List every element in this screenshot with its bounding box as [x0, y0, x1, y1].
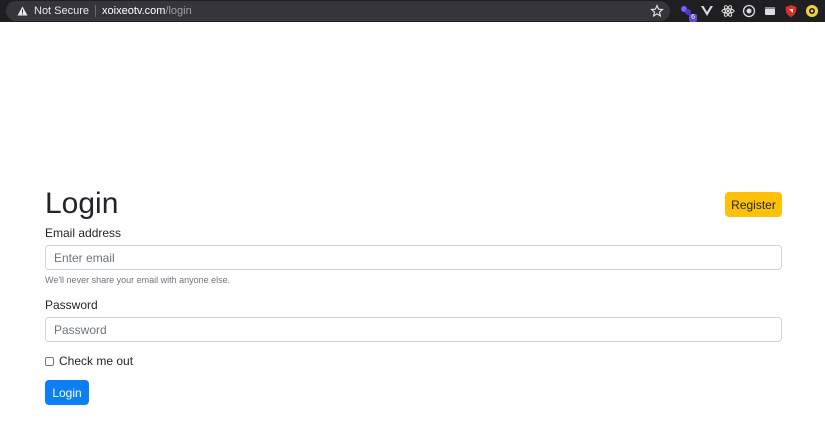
- address-bar[interactable]: Not Secure xoixeotv.com/login: [6, 1, 670, 21]
- remember-label[interactable]: Check me out: [59, 354, 133, 368]
- extension-icon-purple[interactable]: 6: [678, 3, 697, 22]
- address-divider: [95, 5, 97, 17]
- page-title: Login: [45, 187, 119, 220]
- shield-icon[interactable]: [783, 3, 799, 19]
- email-field[interactable]: [45, 245, 782, 270]
- password-field[interactable]: [45, 317, 782, 342]
- email-label: Email address: [45, 226, 122, 240]
- window-icon[interactable]: [762, 3, 778, 19]
- security-status[interactable]: Not Secure: [34, 5, 89, 17]
- lens-icon[interactable]: [804, 3, 820, 19]
- warning-icon: [16, 5, 28, 17]
- title-row: Login Register: [45, 186, 782, 222]
- password-label: Password: [45, 298, 98, 312]
- target-icon[interactable]: [741, 3, 757, 19]
- remember-row: Check me out: [45, 354, 133, 368]
- url-path: /login: [165, 5, 192, 17]
- login-form-container: Login Register Email address We'll never…: [45, 186, 782, 405]
- email-help-text: We'll never share your email with anyone…: [45, 275, 231, 285]
- register-button[interactable]: Register: [725, 192, 782, 217]
- vue-devtools-icon[interactable]: [699, 3, 715, 19]
- login-button[interactable]: Login: [45, 380, 89, 405]
- remember-checkbox[interactable]: [45, 356, 54, 366]
- bookmark-star-icon[interactable]: [650, 4, 664, 18]
- react-devtools-icon[interactable]: [720, 3, 736, 19]
- url-host: xoixeotv.com: [102, 5, 166, 17]
- extension-badge: 6: [689, 14, 697, 22]
- browser-toolbar: Not Secure xoixeotv.com/login 6: [0, 0, 825, 22]
- extensions-tray: 6: [678, 2, 820, 22]
